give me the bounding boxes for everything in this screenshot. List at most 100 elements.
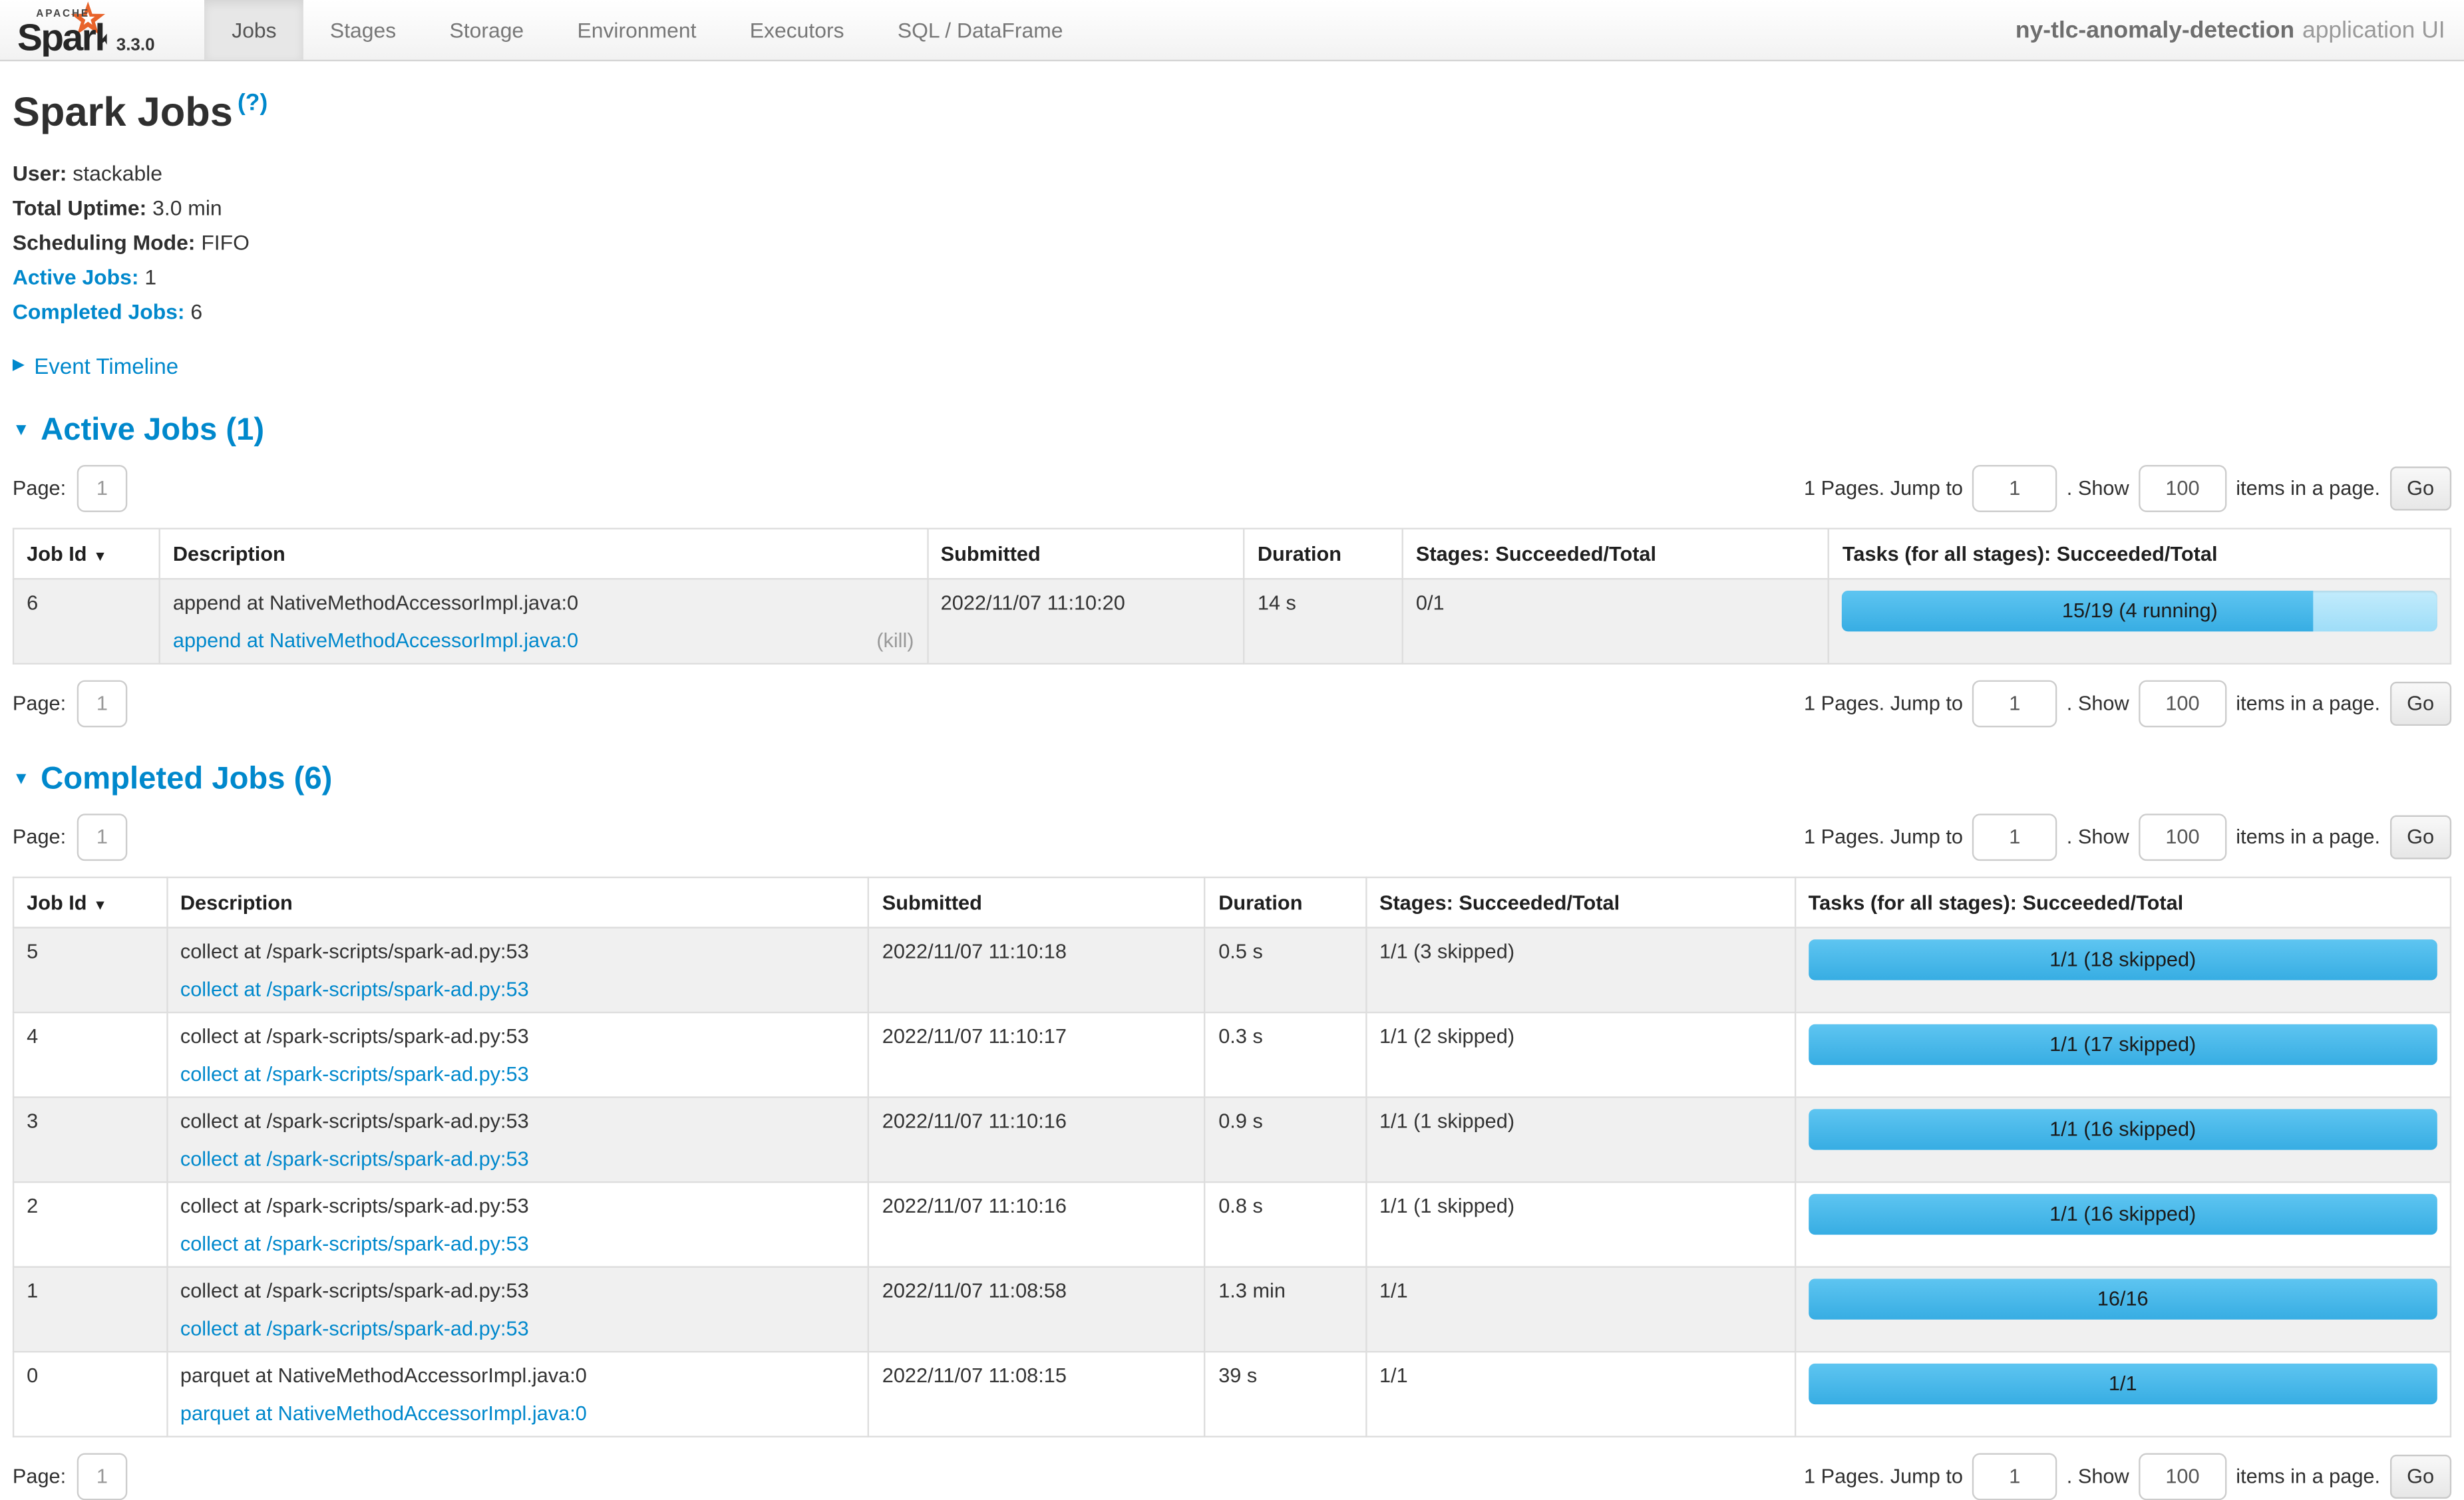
job-id-cell: 6: [13, 579, 160, 664]
table-row: 3 collect at /spark-scripts/spark-ad.py:…: [13, 1097, 2451, 1182]
jump-to-page-input[interactable]: [1972, 1453, 2057, 1500]
duration-cell: 0.8 s: [1205, 1181, 1366, 1267]
submitted-cell: 2022/11/07 11:10:20: [928, 579, 1244, 664]
completed-jobs-heading[interactable]: ▼ Completed Jobs (6): [13, 762, 2451, 798]
col-description[interactable]: Description: [167, 877, 869, 927]
spark-logo[interactable]: APACHE Spark: [0, 0, 113, 60]
go-button[interactable]: Go: [2389, 815, 2451, 859]
description-cell: collect at /spark-scripts/spark-ad.py:53…: [167, 1181, 869, 1267]
job-id-cell: 2: [13, 1181, 167, 1267]
col-submitted[interactable]: Submitted: [928, 528, 1244, 579]
jump-to-page-input[interactable]: [1972, 464, 2057, 512]
tasks-cell: 15/19 (4 running): [1829, 579, 2451, 664]
description-link[interactable]: collect at /spark-scripts/spark-ad.py:53: [180, 1146, 529, 1169]
tasks-progress-bar: 1/1 (16 skipped): [1809, 1193, 2437, 1234]
items-text: items in a page.: [2236, 825, 2380, 848]
kill-link[interactable]: (kill): [876, 628, 914, 651]
tab-sql-dataframe[interactable]: SQL / DataFrame: [871, 0, 1090, 60]
tab-executors[interactable]: Executors: [723, 0, 871, 60]
job-id-cell: 3: [13, 1097, 167, 1182]
duration-cell: 0.3 s: [1205, 1012, 1366, 1097]
description-text: collect at /spark-scripts/spark-ad.py:53: [180, 1109, 856, 1132]
active-jobs-count: 1: [144, 265, 156, 289]
table-row: 4 collect at /spark-scripts/spark-ad.py:…: [13, 1012, 2451, 1097]
description-cell: append at NativeMethodAccessorImpl.java:…: [160, 579, 928, 664]
summary-scheduling-mode: Scheduling Mode: FIFO: [13, 229, 2451, 257]
stages-cell: 1/1 (2 skipped): [1366, 1012, 1795, 1097]
summary-active-jobs: Active Jobs: 1: [13, 264, 2451, 291]
items-per-page-input[interactable]: [2139, 464, 2226, 512]
sort-desc-icon: ▼: [93, 548, 107, 564]
description-cell: collect at /spark-scripts/spark-ad.py:53…: [167, 927, 869, 1012]
nav-tabs: Jobs Stages Storage Environment Executor…: [205, 0, 1090, 60]
col-job-id[interactable]: Job Id▼: [13, 528, 160, 579]
jump-to-page-input[interactable]: [1972, 680, 2057, 727]
tab-storage[interactable]: Storage: [423, 0, 550, 60]
col-duration[interactable]: Duration: [1244, 528, 1403, 579]
tasks-cell: 1/1 (17 skipped): [1795, 1012, 2451, 1097]
description-text: parquet at NativeMethodAccessorImpl.java…: [180, 1363, 856, 1386]
description-text: collect at /spark-scripts/spark-ad.py:53: [180, 939, 856, 963]
go-button[interactable]: Go: [2389, 681, 2451, 725]
pages-text: 1 Pages. Jump to: [1804, 476, 1963, 500]
event-timeline-toggle[interactable]: ▶ Event Timeline: [13, 353, 2451, 378]
tasks-progress-bar: 1/1 (18 skipped): [1809, 939, 2437, 980]
tab-environment[interactable]: Environment: [550, 0, 723, 60]
page-number-input[interactable]: [77, 1453, 128, 1500]
page-number-input[interactable]: [77, 464, 128, 512]
page-number-input[interactable]: [77, 814, 128, 861]
show-text: . Show: [2067, 825, 2129, 848]
description-link[interactable]: parquet at NativeMethodAccessorImpl.java…: [180, 1401, 587, 1424]
col-stages[interactable]: Stages: Succeeded/Total: [1403, 528, 1829, 579]
description-link[interactable]: collect at /spark-scripts/spark-ad.py:53: [180, 1316, 529, 1339]
col-submitted[interactable]: Submitted: [869, 877, 1205, 927]
active-jobs-heading-text: Active Jobs (1): [41, 412, 264, 448]
description-link[interactable]: collect at /spark-scripts/spark-ad.py:53: [180, 1062, 529, 1085]
completed-jobs-heading-text: Completed Jobs (6): [41, 762, 332, 798]
show-text: . Show: [2067, 476, 2129, 500]
go-button[interactable]: Go: [2389, 1454, 2451, 1498]
help-link[interactable]: (?): [238, 90, 267, 116]
go-button[interactable]: Go: [2389, 466, 2451, 510]
tab-jobs[interactable]: Jobs: [205, 0, 303, 60]
table-header-row: Job Id▼ Description Submitted Duration S…: [13, 528, 2451, 579]
navbar: APACHE Spark 3.3.0 Jobs Stages Storage E…: [0, 0, 2464, 61]
table-row: 5 collect at /spark-scripts/spark-ad.py:…: [13, 927, 2451, 1012]
progress-label: 1/1 (18 skipped): [1809, 939, 2437, 980]
tab-stages[interactable]: Stages: [303, 0, 423, 60]
items-per-page-input[interactable]: [2139, 814, 2226, 861]
active-jobs-link[interactable]: Active Jobs:: [13, 265, 139, 289]
col-description[interactable]: Description: [160, 528, 928, 579]
page-number-input[interactable]: [77, 680, 128, 727]
pages-text: 1 Pages. Jump to: [1804, 1465, 1963, 1488]
completed-jobs-link[interactable]: Completed Jobs:: [13, 301, 185, 324]
col-tasks[interactable]: Tasks (for all stages): Succeeded/Total: [1829, 528, 2451, 579]
description-link[interactable]: collect at /spark-scripts/spark-ad.py:53: [180, 976, 529, 1000]
col-stages[interactable]: Stages: Succeeded/Total: [1366, 877, 1795, 927]
stages-cell: 1/1: [1366, 1267, 1795, 1352]
items-text: items in a page.: [2236, 476, 2380, 500]
tasks-progress-bar: 15/19 (4 running): [1843, 590, 2437, 631]
tasks-progress-bar: 1/1: [1809, 1363, 2437, 1404]
items-per-page-input[interactable]: [2139, 1453, 2226, 1500]
items-per-page-input[interactable]: [2139, 680, 2226, 727]
pagination-completed-top: Page: 1 Pages. Jump to . Show items in a…: [13, 814, 2451, 861]
duration-cell: 0.5 s: [1205, 927, 1366, 1012]
col-duration[interactable]: Duration: [1205, 877, 1366, 927]
col-tasks[interactable]: Tasks (for all stages): Succeeded/Total: [1795, 877, 2451, 927]
description-link[interactable]: append at NativeMethodAccessorImpl.java:…: [173, 628, 578, 651]
tasks-cell: 1/1 (16 skipped): [1795, 1181, 2451, 1267]
description-link[interactable]: collect at /spark-scripts/spark-ad.py:53: [180, 1231, 529, 1255]
active-jobs-heading[interactable]: ▼ Active Jobs (1): [13, 412, 2451, 448]
application-ui-suffix: application UI: [2302, 17, 2445, 43]
progress-label: 1/1 (16 skipped): [1809, 1193, 2437, 1234]
table-header-row: Job Id▼ Description Submitted Duration S…: [13, 877, 2451, 927]
jump-to-page-input[interactable]: [1972, 814, 2057, 861]
summary-uptime: Total Uptime: 3.0 min: [13, 195, 2451, 222]
job-id-cell: 5: [13, 927, 167, 1012]
col-job-id[interactable]: Job Id▼: [13, 877, 167, 927]
tasks-cell: 1/1 (18 skipped): [1795, 927, 2451, 1012]
job-id-cell: 0: [13, 1352, 167, 1437]
expanded-arrow-icon: ▼: [13, 421, 30, 440]
application-name-text: ny-tlc-anomaly-detection: [2016, 17, 2294, 43]
